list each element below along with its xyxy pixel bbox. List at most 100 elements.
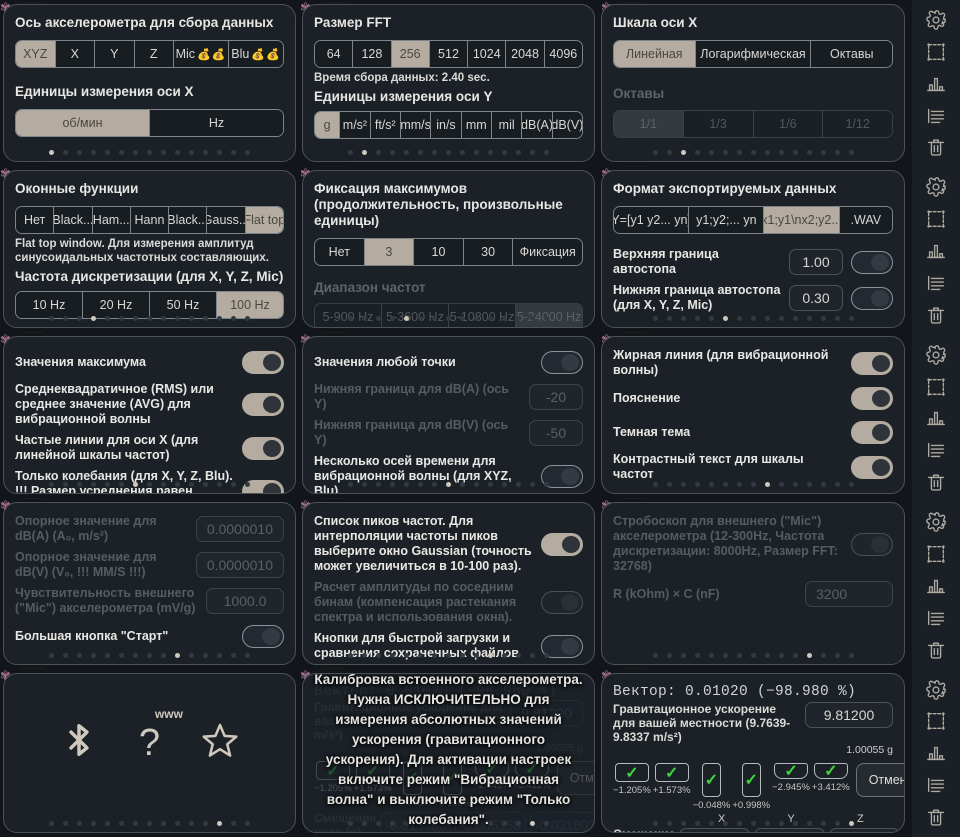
crop-icon[interactable] <box>924 207 948 231</box>
pager-dot[interactable] <box>119 150 124 155</box>
pager-dot[interactable] <box>189 821 194 826</box>
seg-fft-2048[interactable]: 2048 <box>506 41 545 67</box>
pager-dot[interactable] <box>348 150 353 155</box>
pager-dot[interactable] <box>750 150 756 155</box>
seg-yunit-ins[interactable]: in/s <box>431 112 462 138</box>
list-lines-icon[interactable] <box>924 104 948 128</box>
pager-dot[interactable] <box>820 482 826 487</box>
pager-dot[interactable] <box>175 150 180 155</box>
pager-dot[interactable] <box>91 316 96 321</box>
pager-dot[interactable] <box>806 821 812 826</box>
pager-dot[interactable] <box>848 821 854 826</box>
list-lines-icon[interactable] <box>924 773 948 797</box>
pager-dot[interactable] <box>203 150 208 155</box>
pager-dot[interactable] <box>680 482 686 487</box>
seg-hold-3[interactable]: 3 <box>364 239 415 265</box>
pager-dot[interactable] <box>848 482 854 487</box>
pager-dot[interactable] <box>680 316 686 321</box>
pager-dot[interactable] <box>750 821 756 826</box>
pager-dot[interactable] <box>147 821 152 826</box>
seg-win-flattop[interactable]: Flat top <box>245 207 283 233</box>
pager-dot[interactable] <box>834 653 840 658</box>
pager-dots[interactable] <box>602 482 904 487</box>
seg-win-hann[interactable]: Hann <box>130 207 170 233</box>
dba-reference-value[interactable]: 0.0000010 <box>195 516 284 542</box>
pager-dot[interactable] <box>680 653 686 658</box>
x-units-segmented-control[interactable]: об/мин Hz <box>15 109 284 137</box>
trash-icon[interactable] <box>924 805 948 829</box>
any-point-toggle[interactable] <box>541 350 583 374</box>
pager-dot[interactable] <box>189 653 194 658</box>
pager-dot[interactable] <box>488 482 493 487</box>
pager-dot[interactable] <box>820 316 826 321</box>
pager-dot[interactable] <box>488 150 493 155</box>
pager-dot[interactable] <box>764 316 770 321</box>
autostop-lower-value[interactable]: 0.30 <box>789 285 843 311</box>
pager-dot[interactable] <box>418 316 423 321</box>
pager-dots[interactable] <box>4 653 295 658</box>
cancel-button[interactable]: Отмена <box>855 763 904 797</box>
pager-dot[interactable] <box>764 653 770 658</box>
seg-oct-1-6[interactable]: 1/6 <box>753 111 824 137</box>
orientation-item-3[interactable]: ✓ −0.048% <box>693 763 730 811</box>
pager-dot[interactable] <box>217 653 222 658</box>
gear-icon[interactable] <box>924 175 948 199</box>
pager-dot[interactable] <box>161 653 166 658</box>
list-lines-icon[interactable] <box>924 271 948 295</box>
pager-dot[interactable] <box>722 150 728 155</box>
trash-icon[interactable] <box>924 135 948 159</box>
pager-dot[interactable] <box>189 316 194 321</box>
pager-dot[interactable] <box>63 150 68 155</box>
pager-dot[interactable] <box>119 821 124 826</box>
pager-dot[interactable] <box>390 653 395 658</box>
pager-dot[interactable] <box>348 482 353 487</box>
orientation-item-6[interactable]: ✓ +3.412% <box>812 763 850 793</box>
crop-icon[interactable] <box>924 375 948 399</box>
pager-dot[interactable] <box>834 482 840 487</box>
pager-dot[interactable] <box>147 150 152 155</box>
pager-dot[interactable] <box>652 482 658 487</box>
dba-lower-value[interactable]: -20 <box>529 384 583 410</box>
orientation-item-5[interactable]: ✓ −2.945% <box>772 763 810 793</box>
pager-dot[interactable] <box>418 482 423 487</box>
crop-icon[interactable] <box>924 709 948 733</box>
pager-dots[interactable] <box>303 316 594 321</box>
pager-dot[interactable] <box>217 150 222 155</box>
pager-dot[interactable] <box>694 482 700 487</box>
pager-dot[interactable] <box>432 316 437 321</box>
seg-export-wav[interactable]: .WAV <box>839 207 892 233</box>
seg-yunit-dbv[interactable]: dB(V) <box>552 112 582 138</box>
pager-dot[interactable] <box>666 482 672 487</box>
fft-size-segmented-control[interactable]: 64 128 256 512 1024 2048 4096 <box>314 40 583 68</box>
seg-axis-y[interactable]: Y <box>95 41 135 67</box>
pager-dot[interactable] <box>474 482 479 487</box>
pager-dot[interactable] <box>666 150 672 155</box>
window-segmented-control[interactable]: Нет Black... Ham... Hann Black... Gauss.… <box>15 206 284 234</box>
dense-lines-toggle[interactable] <box>242 436 284 460</box>
pager-dot[interactable] <box>175 316 180 321</box>
seg-rate-50hz[interactable]: 50 Hz <box>150 292 217 318</box>
crop-icon[interactable] <box>924 542 948 566</box>
pager-dot[interactable] <box>119 653 124 658</box>
sample-rate-segmented-control[interactable]: 10 Hz 20 Hz 50 Hz 100 Hz <box>15 291 284 319</box>
list-lines-icon[interactable] <box>924 606 948 630</box>
pager-dot[interactable] <box>49 150 54 155</box>
autostop-upper-value[interactable]: 1.00 <box>789 249 843 275</box>
pager-dot[interactable] <box>362 653 367 658</box>
peak-list-toggle[interactable] <box>541 532 583 556</box>
big-start-toggle[interactable] <box>242 624 284 648</box>
seg-yunit-fts2[interactable]: ft/s² <box>370 112 401 138</box>
pager-dot[interactable] <box>404 150 409 155</box>
bar-chart-icon[interactable] <box>924 406 948 430</box>
seg-hold-fix[interactable]: Фиксация <box>513 239 582 265</box>
pager-dot[interactable] <box>848 653 854 658</box>
pager-dot[interactable] <box>133 150 138 155</box>
pager-dot[interactable] <box>736 150 742 155</box>
seg-rate-10hz[interactable]: 10 Hz <box>16 292 83 318</box>
pager-dot[interactable] <box>502 653 507 658</box>
pager-dot[interactable] <box>502 316 507 321</box>
pager-dot[interactable] <box>217 482 222 487</box>
pager-dot[interactable] <box>694 316 700 321</box>
pager-dot[interactable] <box>516 316 521 321</box>
pager-dot[interactable] <box>390 150 395 155</box>
